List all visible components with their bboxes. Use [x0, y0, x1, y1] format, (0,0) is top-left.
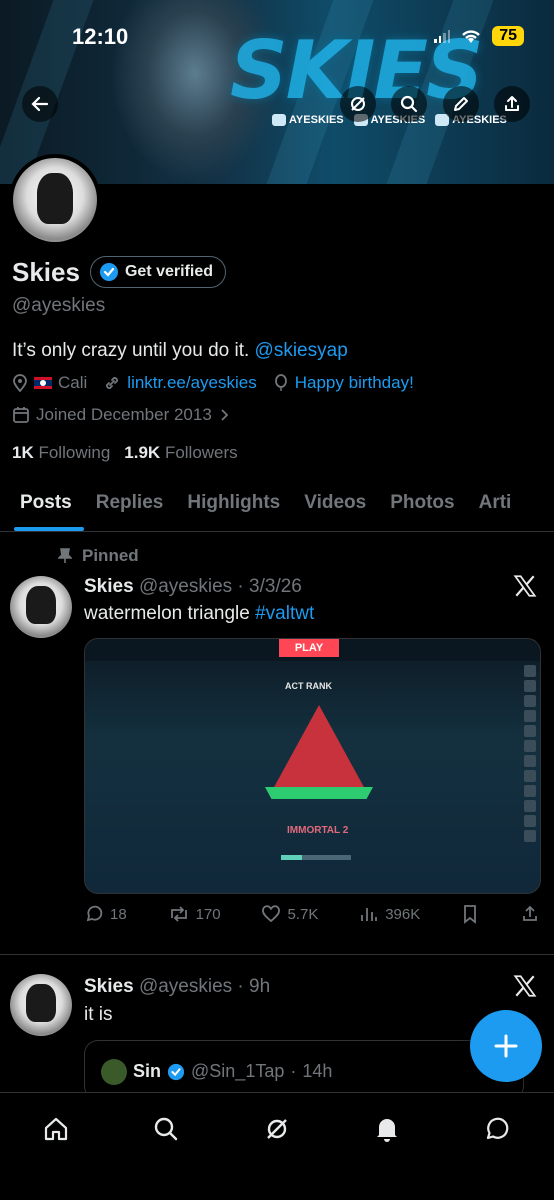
x-logo-icon[interactable] — [512, 573, 538, 599]
profile-location: Cali — [12, 373, 87, 393]
share-icon — [523, 905, 537, 921]
profile-bio: It’s only crazy until you do it. @skiesy… — [12, 340, 348, 361]
tab-articles[interactable]: Arti — [467, 478, 524, 531]
tab-photos[interactable]: Photos — [378, 478, 466, 531]
nav-notifications[interactable] — [371, 1113, 403, 1145]
back-button[interactable] — [22, 86, 58, 122]
tweet-header: Skies @ayeskies · 9h — [84, 976, 271, 997]
tweet-text: it is — [84, 1004, 113, 1025]
tab-highlights[interactable]: Highlights — [175, 478, 292, 531]
tweet-avatar[interactable] — [10, 974, 72, 1036]
signal-icon — [434, 29, 451, 43]
wifi-icon — [462, 30, 481, 43]
status-bar: 12:10 75 — [0, 22, 554, 52]
edit-button[interactable] — [443, 86, 479, 122]
tweet-avatar[interactable] — [10, 576, 72, 638]
search-button[interactable] — [391, 86, 427, 122]
get-verified-button[interactable]: Get verified — [89, 256, 226, 288]
tweet-actions: 18 170 5.7K 396K — [84, 904, 540, 924]
status-time: 12:10 — [72, 24, 129, 49]
grok-icon — [351, 97, 365, 111]
nav-search[interactable] — [150, 1113, 182, 1145]
pin-icon — [58, 548, 72, 563]
bookmark-icon — [464, 905, 477, 924]
tab-posts[interactable]: Posts — [0, 478, 84, 531]
tab-replies[interactable]: Replies — [84, 478, 176, 531]
compose-button[interactable] — [470, 1010, 542, 1082]
media-play-label: PLAY — [279, 639, 339, 657]
arrow-left-icon — [31, 96, 49, 112]
nav-home[interactable] — [40, 1113, 72, 1145]
laos-flag-icon — [34, 377, 52, 389]
verified-badge-icon — [167, 1063, 185, 1080]
x-logo-icon[interactable] — [512, 973, 538, 999]
home-icon — [44, 1117, 68, 1141]
balloon-icon — [274, 374, 287, 391]
media-progress-bar — [281, 855, 351, 860]
profile-birthday[interactable]: Happy birthday! — [273, 373, 414, 393]
profile-joined[interactable]: Joined December 2013 — [12, 405, 230, 425]
link-icon — [106, 377, 119, 389]
grok-button[interactable] — [340, 86, 376, 122]
location-pin-icon — [13, 374, 27, 392]
tweet-author-name[interactable]: Skies — [84, 976, 134, 997]
like-button[interactable]: 5.7K — [261, 904, 318, 924]
battery-indicator: 75 — [492, 26, 524, 46]
tweet-author-name[interactable]: Skies — [84, 576, 134, 597]
media-triangle-base — [265, 787, 373, 799]
nav-messages[interactable] — [481, 1113, 513, 1145]
bookmark-button[interactable] — [461, 904, 479, 924]
pinned-indicator: Pinned — [58, 546, 139, 566]
quoted-avatar — [101, 1059, 127, 1085]
quoted-author-name: Sin — [133, 1061, 162, 1081]
media-act-rank-triangle — [273, 705, 365, 789]
bio-mention-link[interactable]: @skiesyap — [255, 340, 348, 361]
tweet-media-image[interactable]: PLAY ACT RANK IMMORTAL 2 — [84, 638, 541, 894]
tweet-header: Skies @ayeskies · 3/3/26 — [84, 576, 302, 597]
tweet-text: watermelon triangle #valtwt — [84, 603, 315, 624]
verified-badge-icon — [99, 263, 118, 281]
views-icon — [361, 908, 378, 921]
share-tweet-button[interactable] — [520, 904, 540, 924]
pencil-icon — [454, 97, 468, 111]
search-icon — [154, 1117, 178, 1141]
tweet-divider — [0, 954, 554, 955]
profile-avatar[interactable] — [9, 154, 101, 246]
tab-videos[interactable]: Videos — [292, 478, 378, 531]
hashtag-link[interactable]: #valtwt — [255, 603, 314, 624]
bell-icon — [377, 1119, 397, 1142]
profile-handle: @ayeskies — [12, 295, 106, 316]
share-button[interactable] — [494, 86, 530, 122]
profile-name: Skies — [12, 256, 80, 287]
calendar-icon — [13, 407, 29, 423]
media-side-panel — [524, 665, 538, 865]
grok-icon — [267, 1119, 287, 1139]
repost-icon — [170, 906, 187, 922]
views-button[interactable]: 396K — [359, 904, 420, 924]
following-link[interactable]: 1K Following — [12, 443, 110, 463]
profile-link[interactable]: linktr.ee/ayeskies — [103, 373, 257, 393]
plus-icon — [494, 1034, 518, 1058]
chat-icon — [486, 1117, 509, 1140]
banner-social-twitter: AYESKIES — [272, 114, 344, 126]
twitter-icon — [272, 114, 286, 126]
heart-icon — [262, 905, 281, 923]
nav-grok[interactable] — [261, 1113, 293, 1145]
chevron-right-icon — [221, 409, 229, 421]
reply-button[interactable]: 18 — [84, 904, 127, 924]
bottom-nav — [0, 1092, 554, 1200]
profile-tabs: Posts Replies Highlights Videos Photos A… — [0, 478, 554, 532]
quoted-tweet[interactable]: Sin @Sin_1Tap · 14h — [84, 1040, 524, 1100]
reply-icon — [86, 905, 103, 922]
followers-link[interactable]: 1.9K Followers — [124, 443, 237, 463]
search-icon — [400, 95, 418, 113]
media-rank-name: IMMORTAL 2 — [287, 825, 349, 836]
share-icon — [505, 96, 519, 111]
repost-button[interactable]: 170 — [168, 904, 221, 924]
media-act-rank-label: ACT RANK — [285, 681, 332, 691]
